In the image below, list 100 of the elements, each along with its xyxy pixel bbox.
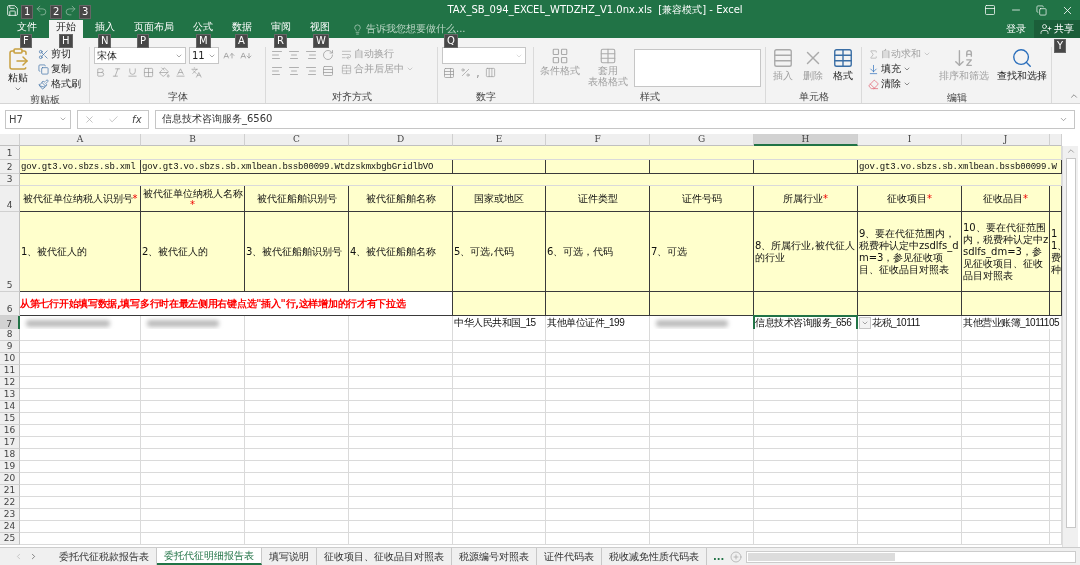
- table-cell[interactable]: [453, 389, 546, 401]
- previous-sheet-icon[interactable]: [14, 552, 23, 561]
- horizontal-scrollbar[interactable]: [746, 550, 1076, 563]
- add-sheet-icon[interactable]: [730, 548, 743, 565]
- table-cell[interactable]: [858, 329, 962, 341]
- row-header[interactable]: 25: [0, 533, 20, 545]
- fill-color-icon[interactable]: [158, 65, 171, 80]
- table-cell[interactable]: [349, 437, 453, 449]
- table-cell[interactable]: [20, 425, 141, 437]
- table-cell[interactable]: [546, 353, 650, 365]
- table-cell[interactable]: [141, 485, 245, 497]
- table-cell[interactable]: [453, 341, 546, 353]
- insert-function-button[interactable]: fx: [132, 113, 142, 125]
- table-cell[interactable]: [453, 509, 546, 521]
- table-cell[interactable]: [349, 329, 453, 341]
- more-sheets-button[interactable]: ...: [707, 548, 731, 565]
- table-cell[interactable]: [858, 497, 962, 509]
- save-icon[interactable]: [6, 3, 20, 17]
- column-header[interactable]: E: [453, 134, 546, 146]
- table-cell[interactable]: [858, 377, 962, 389]
- table-cell[interactable]: [858, 521, 962, 533]
- column-header[interactable]: J: [962, 134, 1050, 146]
- table-cell[interactable]: [1050, 329, 1062, 341]
- table-cell[interactable]: [453, 365, 546, 377]
- table-cell[interactable]: [962, 329, 1050, 341]
- table-cell[interactable]: [245, 329, 349, 341]
- table-cell[interactable]: [20, 533, 141, 545]
- number-format-field[interactable]: [442, 47, 526, 64]
- table-cell[interactable]: [754, 413, 858, 425]
- table-cell[interactable]: [858, 449, 962, 461]
- row-header[interactable]: 20: [0, 473, 20, 485]
- style-gallery[interactable]: [634, 49, 761, 87]
- table-cell[interactable]: [245, 497, 349, 509]
- table-cell[interactable]: [754, 437, 858, 449]
- copy-button[interactable]: 复制: [36, 62, 83, 76]
- table-cell[interactable]: [546, 413, 650, 425]
- row-header[interactable]: 24: [0, 521, 20, 533]
- table-cell[interactable]: [858, 353, 962, 365]
- column-header[interactable]: D: [349, 134, 453, 146]
- table-cell[interactable]: [754, 365, 858, 377]
- table-cell[interactable]: [962, 401, 1050, 413]
- table-cell[interactable]: [754, 341, 858, 353]
- table-cell[interactable]: [349, 377, 453, 389]
- table-cell[interactable]: [546, 473, 650, 485]
- table-cell[interactable]: [546, 389, 650, 401]
- row-header[interactable]: 4: [0, 186, 20, 212]
- row-header[interactable]: 18: [0, 449, 20, 461]
- table-cell[interactable]: [349, 353, 453, 365]
- table-cell[interactable]: [20, 449, 141, 461]
- column-header[interactable]: H: [754, 134, 858, 146]
- table-cell[interactable]: [20, 377, 141, 389]
- table-cell[interactable]: [962, 353, 1050, 365]
- table-cell[interactable]: [245, 377, 349, 389]
- table-cell[interactable]: [962, 389, 1050, 401]
- format-painter-button[interactable]: 格式刷: [36, 77, 83, 91]
- table-cell[interactable]: [349, 473, 453, 485]
- table-cell[interactable]: [245, 461, 349, 473]
- table-cell[interactable]: [20, 509, 141, 521]
- table-cell[interactable]: [453, 485, 546, 497]
- dropdown-button[interactable]: [859, 317, 871, 329]
- table-cell[interactable]: [141, 377, 245, 389]
- table-cell[interactable]: [349, 389, 453, 401]
- table-cell[interactable]: [858, 533, 962, 545]
- table-cell[interactable]: [245, 473, 349, 485]
- table-cell[interactable]: [858, 365, 962, 377]
- table-cell[interactable]: [1050, 437, 1062, 449]
- table-cell[interactable]: [962, 365, 1050, 377]
- table-cell[interactable]: [1050, 473, 1062, 485]
- table-cell[interactable]: [858, 401, 962, 413]
- table-cell[interactable]: [453, 533, 546, 545]
- bold-icon[interactable]: [94, 65, 107, 80]
- table-cell[interactable]: [858, 413, 962, 425]
- table-cell[interactable]: [349, 341, 453, 353]
- table-cell[interactable]: [1050, 425, 1062, 437]
- row-header[interactable]: 13: [0, 389, 20, 401]
- table-cell[interactable]: [546, 521, 650, 533]
- table-cell[interactable]: [962, 509, 1050, 521]
- column-header[interactable]: B: [141, 134, 245, 146]
- table-cell[interactable]: [349, 533, 453, 545]
- sheet-tab[interactable]: 税源编号对照表: [452, 548, 537, 565]
- table-cell[interactable]: [546, 341, 650, 353]
- table-cell[interactable]: [858, 485, 962, 497]
- table-cell[interactable]: [141, 461, 245, 473]
- table-cell[interactable]: [349, 509, 453, 521]
- table-cell[interactable]: [962, 497, 1050, 509]
- table-cell[interactable]: [754, 497, 858, 509]
- percent-icon[interactable]: [459, 65, 472, 80]
- font-size-field[interactable]: 11: [189, 47, 219, 64]
- table-cell[interactable]: [141, 437, 245, 449]
- table-cell[interactable]: [1050, 353, 1062, 365]
- table-cell[interactable]: [20, 401, 141, 413]
- row-header[interactable]: 12: [0, 377, 20, 389]
- table-cell[interactable]: [141, 509, 245, 521]
- row-header[interactable]: 9: [0, 341, 20, 353]
- table-cell[interactable]: [962, 473, 1050, 485]
- italic-icon[interactable]: [110, 65, 123, 80]
- row-header[interactable]: 21: [0, 485, 20, 497]
- table-cell[interactable]: [245, 353, 349, 365]
- table-cell[interactable]: [858, 473, 962, 485]
- sheet-tab[interactable]: 征收项目、征收品目对照表: [317, 548, 452, 565]
